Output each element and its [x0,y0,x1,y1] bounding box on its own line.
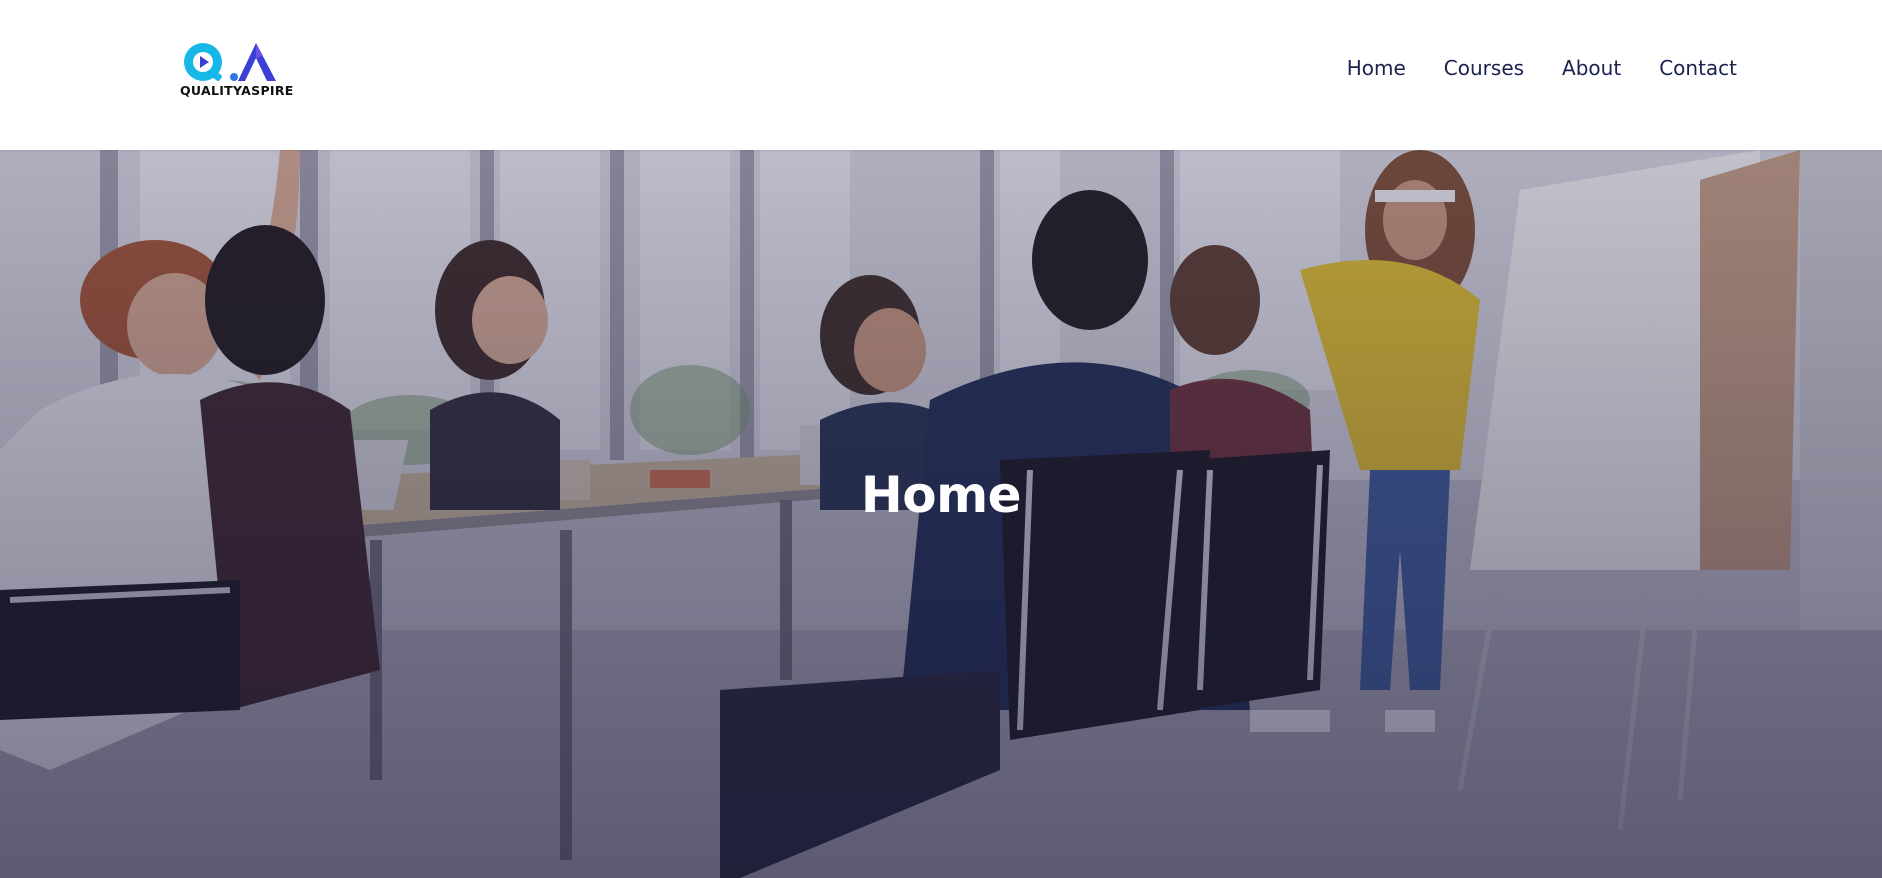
main-navigation: Home Courses About Contact [1347,56,1737,80]
nav-contact-link[interactable]: Contact [1659,56,1737,80]
logo-wordmark: QUALITYASPIRE [180,83,294,98]
qualityaspire-logo[interactable]: QUALITYASPIRE [176,38,306,106]
hero-banner: Home [0,150,1882,878]
qa-logo-icon [184,43,276,81]
hero-title: Home [860,466,1022,524]
nav-home-link[interactable]: Home [1347,56,1406,80]
site-header: QUALITYASPIRE Home Courses About Contact [0,0,1882,150]
nav-about-link[interactable]: About [1562,56,1621,80]
nav-courses-link[interactable]: Courses [1444,56,1524,80]
